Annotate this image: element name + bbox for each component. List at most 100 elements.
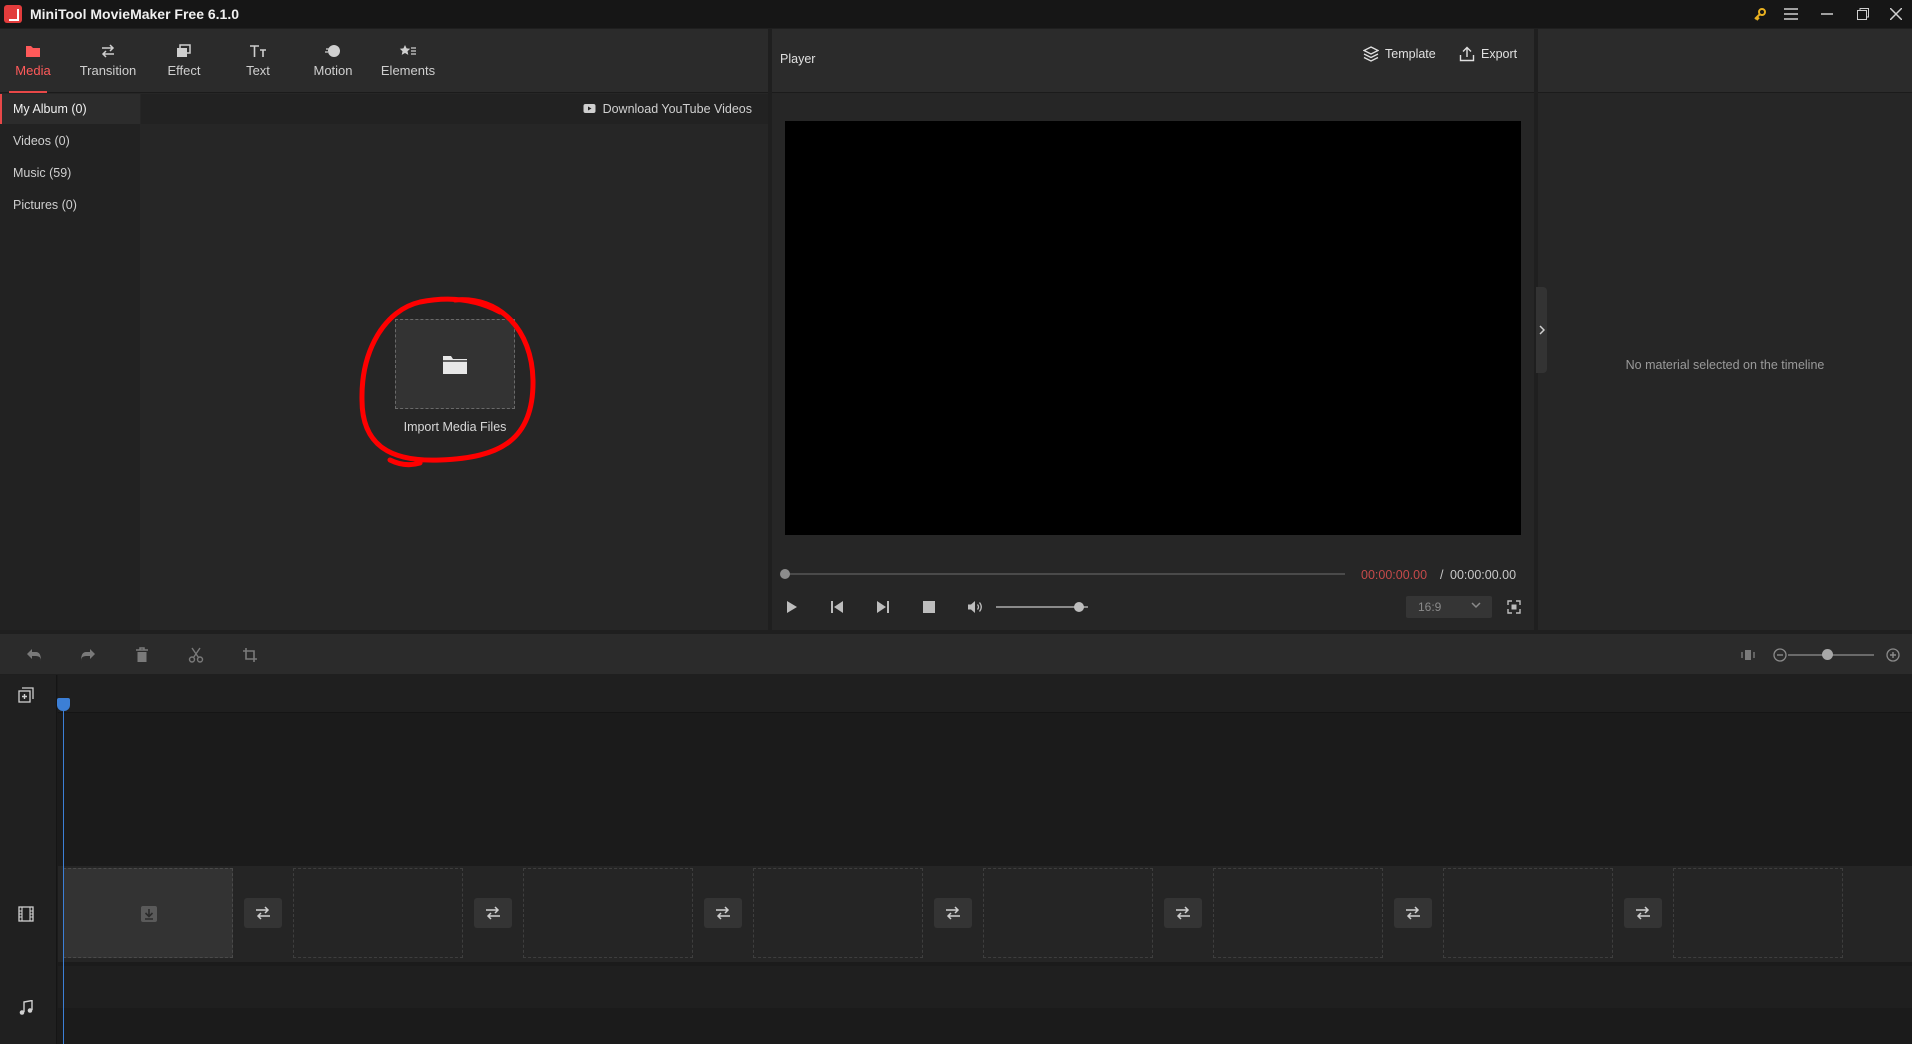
template-label: Template (1385, 47, 1436, 61)
template-layers-icon (1363, 46, 1379, 62)
text-tt-icon (250, 45, 266, 57)
transition-slot[interactable] (934, 898, 972, 928)
next-frame-icon[interactable] (873, 597, 893, 617)
toolbar-effect[interactable]: Effect (146, 29, 222, 93)
clip-slot[interactable] (983, 868, 1153, 958)
album-item-pictures[interactable]: Pictures (0) (0, 190, 140, 220)
maximize-icon[interactable] (1845, 0, 1881, 28)
transition-arrows-icon (716, 906, 730, 920)
playback-progress-handle[interactable] (780, 569, 790, 579)
clip-slot[interactable] (523, 868, 693, 958)
toolbar-transition[interactable]: Transition (70, 29, 146, 93)
transition-arrows-icon (256, 906, 270, 920)
fullscreen-icon[interactable] (1504, 597, 1524, 617)
clip-slot[interactable] (63, 868, 233, 958)
redo-icon[interactable] (77, 644, 99, 666)
add-track-icon[interactable] (15, 684, 37, 706)
album-item-my-album[interactable]: My Album (0) (0, 94, 140, 124)
aspect-ratio-value: 16:9 (1418, 600, 1442, 614)
zoom-in-icon[interactable] (1882, 644, 1904, 666)
transition-slot[interactable] (1624, 898, 1662, 928)
media-header: Download YouTube Videos (141, 94, 768, 124)
clip-slot[interactable] (1213, 868, 1383, 958)
video-preview[interactable] (785, 121, 1521, 535)
toolbar-text[interactable]: Text (220, 29, 296, 93)
undo-icon[interactable] (23, 644, 45, 666)
delete-icon[interactable] (131, 644, 153, 666)
clip-slot[interactable] (1443, 868, 1613, 958)
menu-icon[interactable] (1773, 0, 1809, 28)
export-button[interactable]: Export (1459, 46, 1517, 62)
toolbar-media-label: Media (15, 63, 51, 78)
stop-icon[interactable] (919, 597, 939, 617)
main-toolbar: Media Transition Effect Text Motion Elem… (0, 29, 768, 93)
transition-slot[interactable] (1394, 898, 1432, 928)
toolbar-motion[interactable]: Motion (295, 29, 371, 93)
timeline-toolbar (0, 634, 1912, 674)
fit-timeline-icon[interactable] (1737, 644, 1759, 666)
crop-icon[interactable] (239, 644, 261, 666)
clip-slot[interactable] (1673, 868, 1843, 958)
track-headers (0, 675, 57, 1044)
transition-slot[interactable] (704, 898, 742, 928)
app-title: MiniTool MovieMaker Free 6.1.0 (30, 6, 240, 22)
chevron-right-icon (1538, 325, 1545, 335)
transition-slot[interactable] (244, 898, 282, 928)
volume-icon[interactable] (965, 597, 985, 617)
current-time: 00:00:00.00 (1361, 568, 1428, 582)
player-title: Player (780, 52, 816, 66)
playhead-line (63, 706, 64, 1044)
download-youtube-button[interactable]: Download YouTube Videos (583, 94, 752, 124)
export-label: Export (1481, 47, 1518, 61)
transition-arrows-icon (101, 44, 115, 58)
play-icon[interactable] (782, 597, 802, 617)
total-time: 00:00:00.00 (1450, 568, 1517, 582)
video-track-icon (15, 903, 37, 925)
transition-arrows-icon (1406, 906, 1420, 920)
folder-icon (443, 356, 467, 374)
transition-arrows-icon (946, 906, 960, 920)
timeline-zoom-handle[interactable] (1821, 649, 1833, 660)
title-bar: MiniTool MovieMaker Free 6.1.0 (0, 0, 1912, 28)
import-media-label: Import Media Files (403, 420, 507, 434)
template-button[interactable]: Template (1363, 46, 1436, 62)
toolbar-effect-label: Effect (167, 63, 201, 78)
toolbar-motion-label: Motion (313, 63, 353, 78)
playback-progress-bar[interactable] (785, 573, 1345, 575)
timeline-ruler[interactable] (58, 675, 1912, 713)
clip-slot[interactable] (753, 868, 923, 958)
youtube-download-icon (583, 104, 596, 113)
album-item-videos[interactable]: Videos (0) (0, 126, 140, 156)
album-item-music[interactable]: Music (59) (0, 158, 140, 188)
toolbar-media[interactable]: Media (0, 29, 71, 93)
minimize-icon[interactable] (1809, 0, 1845, 28)
transition-arrows-icon (1636, 906, 1650, 920)
music-note-icon (15, 997, 37, 1019)
close-icon[interactable] (1878, 0, 1912, 28)
media-folder-icon (26, 46, 40, 57)
toolbar-transition-label: Transition (79, 63, 137, 78)
clip-slot[interactable] (293, 868, 463, 958)
time-separator: / (1440, 568, 1444, 582)
playhead-handle[interactable] (57, 698, 70, 711)
transition-arrows-icon (486, 906, 500, 920)
previous-frame-icon[interactable] (827, 597, 847, 617)
audio-track[interactable] (58, 966, 1912, 1008)
motion-ball-icon (325, 45, 340, 57)
elements-star-icon (399, 45, 416, 55)
split-scissors-icon[interactable] (185, 644, 207, 666)
transition-arrows-icon (1176, 906, 1190, 920)
toolbar-elements[interactable]: Elements (370, 29, 446, 93)
properties-panel (1538, 29, 1912, 630)
chevron-down-icon (1470, 599, 1482, 614)
volume-slider-handle[interactable] (1073, 602, 1084, 612)
properties-header (1538, 29, 1912, 93)
app-logo-icon (4, 5, 22, 23)
download-youtube-label: Download YouTube Videos (602, 102, 752, 116)
import-media-button[interactable] (395, 319, 515, 409)
aspect-ratio-select[interactable]: 16:9 (1406, 596, 1492, 618)
transition-slot[interactable] (474, 898, 512, 928)
transition-slot[interactable] (1164, 898, 1202, 928)
effect-layers-icon (177, 44, 191, 57)
export-upload-icon (1459, 46, 1475, 62)
